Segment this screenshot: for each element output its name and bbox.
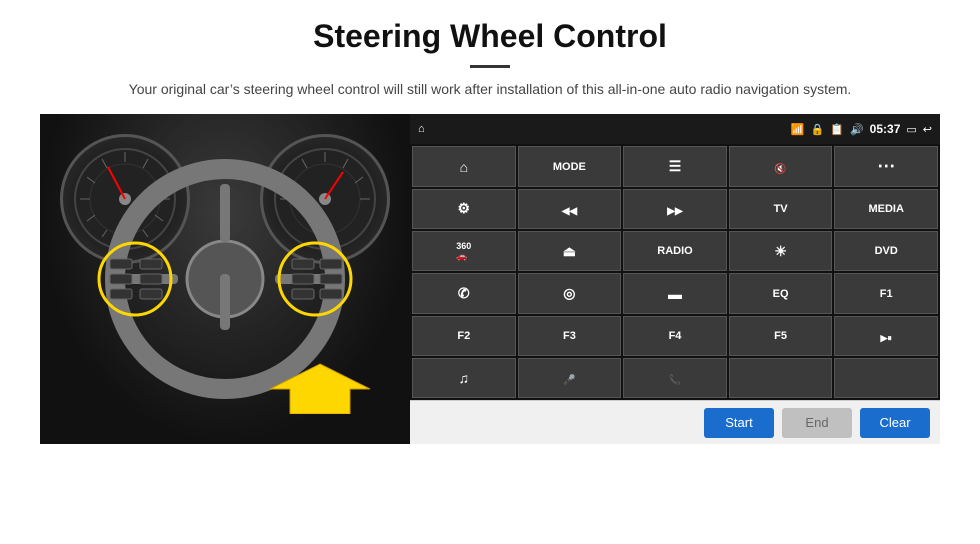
mode-label: MODE: [553, 161, 586, 173]
wifi-icon: 📶: [791, 123, 805, 136]
vol-mute-icon: [774, 159, 786, 175]
settings-icon: [458, 200, 471, 217]
lock-icon: 🔒: [811, 123, 825, 136]
360-label: 360🚗: [456, 241, 471, 262]
btn-play-pause[interactable]: [834, 316, 938, 356]
f1-label: F1: [880, 288, 893, 300]
time-display: 05:37: [870, 122, 901, 136]
mic-icon: [563, 370, 575, 386]
button-grid: MODE TV MEDIA 360🚗 RADIO DVD: [410, 144, 940, 400]
next-icon: [667, 201, 682, 217]
start-button[interactable]: Start: [704, 408, 774, 438]
btn-music[interactable]: [412, 358, 516, 398]
dvd-label: DVD: [875, 245, 898, 257]
status-left: ⌂: [418, 123, 425, 135]
prev-icon: [562, 201, 577, 217]
btn-list[interactable]: [623, 146, 727, 186]
music-icon: [459, 370, 470, 386]
f4-label: F4: [669, 330, 682, 342]
btn-radio[interactable]: RADIO: [623, 231, 727, 271]
eject-icon: [563, 243, 576, 260]
brightness-icon: [774, 243, 787, 260]
play-pause-icon: [880, 328, 891, 344]
media-label: MEDIA: [868, 203, 903, 215]
clear-button[interactable]: Clear: [860, 408, 930, 438]
f2-label: F2: [457, 330, 470, 342]
btn-apps[interactable]: [834, 146, 938, 186]
btn-brightness[interactable]: [729, 231, 833, 271]
ie-icon: [563, 285, 575, 302]
screen-icon: ▭: [906, 123, 916, 136]
btn-mic[interactable]: [518, 358, 622, 398]
bar-icon: [668, 286, 682, 302]
btn-eject[interactable]: [518, 231, 622, 271]
btn-f3[interactable]: F3: [518, 316, 622, 356]
btn-bar[interactable]: [623, 273, 727, 313]
btn-f2[interactable]: F2: [412, 316, 516, 356]
title-divider: [470, 65, 510, 68]
content-row: ⌂ 📶 🔒 📋 🔊 05:37 ▭ ↩ MODE: [40, 114, 940, 444]
eq-label: EQ: [773, 288, 789, 300]
status-bar: ⌂ 📶 🔒 📋 🔊 05:37 ▭ ↩: [410, 114, 940, 144]
tv-label: TV: [774, 203, 788, 215]
btn-f5[interactable]: F5: [729, 316, 833, 356]
page-subtitle: Your original car’s steering wheel contr…: [129, 78, 852, 100]
btn-empty2: [834, 358, 938, 398]
btn-mode[interactable]: MODE: [518, 146, 622, 186]
back-icon: ↩: [923, 123, 932, 136]
btn-tel[interactable]: [623, 358, 727, 398]
action-bar: Start End Clear: [410, 400, 940, 444]
btn-f1[interactable]: F1: [834, 273, 938, 313]
btn-next[interactable]: [623, 189, 727, 229]
btn-dvd[interactable]: DVD: [834, 231, 938, 271]
btn-media[interactable]: MEDIA: [834, 189, 938, 229]
btn-phone[interactable]: [412, 273, 516, 313]
btn-prev[interactable]: [518, 189, 622, 229]
btn-360[interactable]: 360🚗: [412, 231, 516, 271]
f3-label: F3: [563, 330, 576, 342]
btn-tv[interactable]: TV: [729, 189, 833, 229]
f5-label: F5: [774, 330, 787, 342]
steering-wheel-image: [40, 114, 410, 444]
control-panel: ⌂ 📶 🔒 📋 🔊 05:37 ▭ ↩ MODE: [410, 114, 940, 444]
bluetooth-icon: 🔊: [850, 123, 864, 136]
phone-icon: [458, 285, 470, 302]
btn-eq[interactable]: EQ: [729, 273, 833, 313]
page: Steering Wheel Control Your original car…: [0, 0, 980, 544]
sd-icon: 📋: [830, 123, 844, 136]
home-icon: [460, 159, 468, 175]
status-right: 📶 🔒 📋 🔊 05:37 ▭ ↩: [791, 122, 932, 136]
btn-f4[interactable]: F4: [623, 316, 727, 356]
radio-label: RADIO: [657, 245, 692, 257]
tel-icon: [669, 370, 681, 386]
end-button[interactable]: End: [782, 408, 852, 438]
btn-home[interactable]: [412, 146, 516, 186]
apps-icon: [877, 156, 895, 177]
page-title: Steering Wheel Control: [313, 18, 667, 55]
btn-vol-mute[interactable]: [729, 146, 833, 186]
btn-empty1: [729, 358, 833, 398]
list-icon: [669, 158, 682, 175]
btn-settings[interactable]: [412, 189, 516, 229]
btn-ie[interactable]: [518, 273, 622, 313]
home-icon: ⌂: [418, 123, 425, 135]
